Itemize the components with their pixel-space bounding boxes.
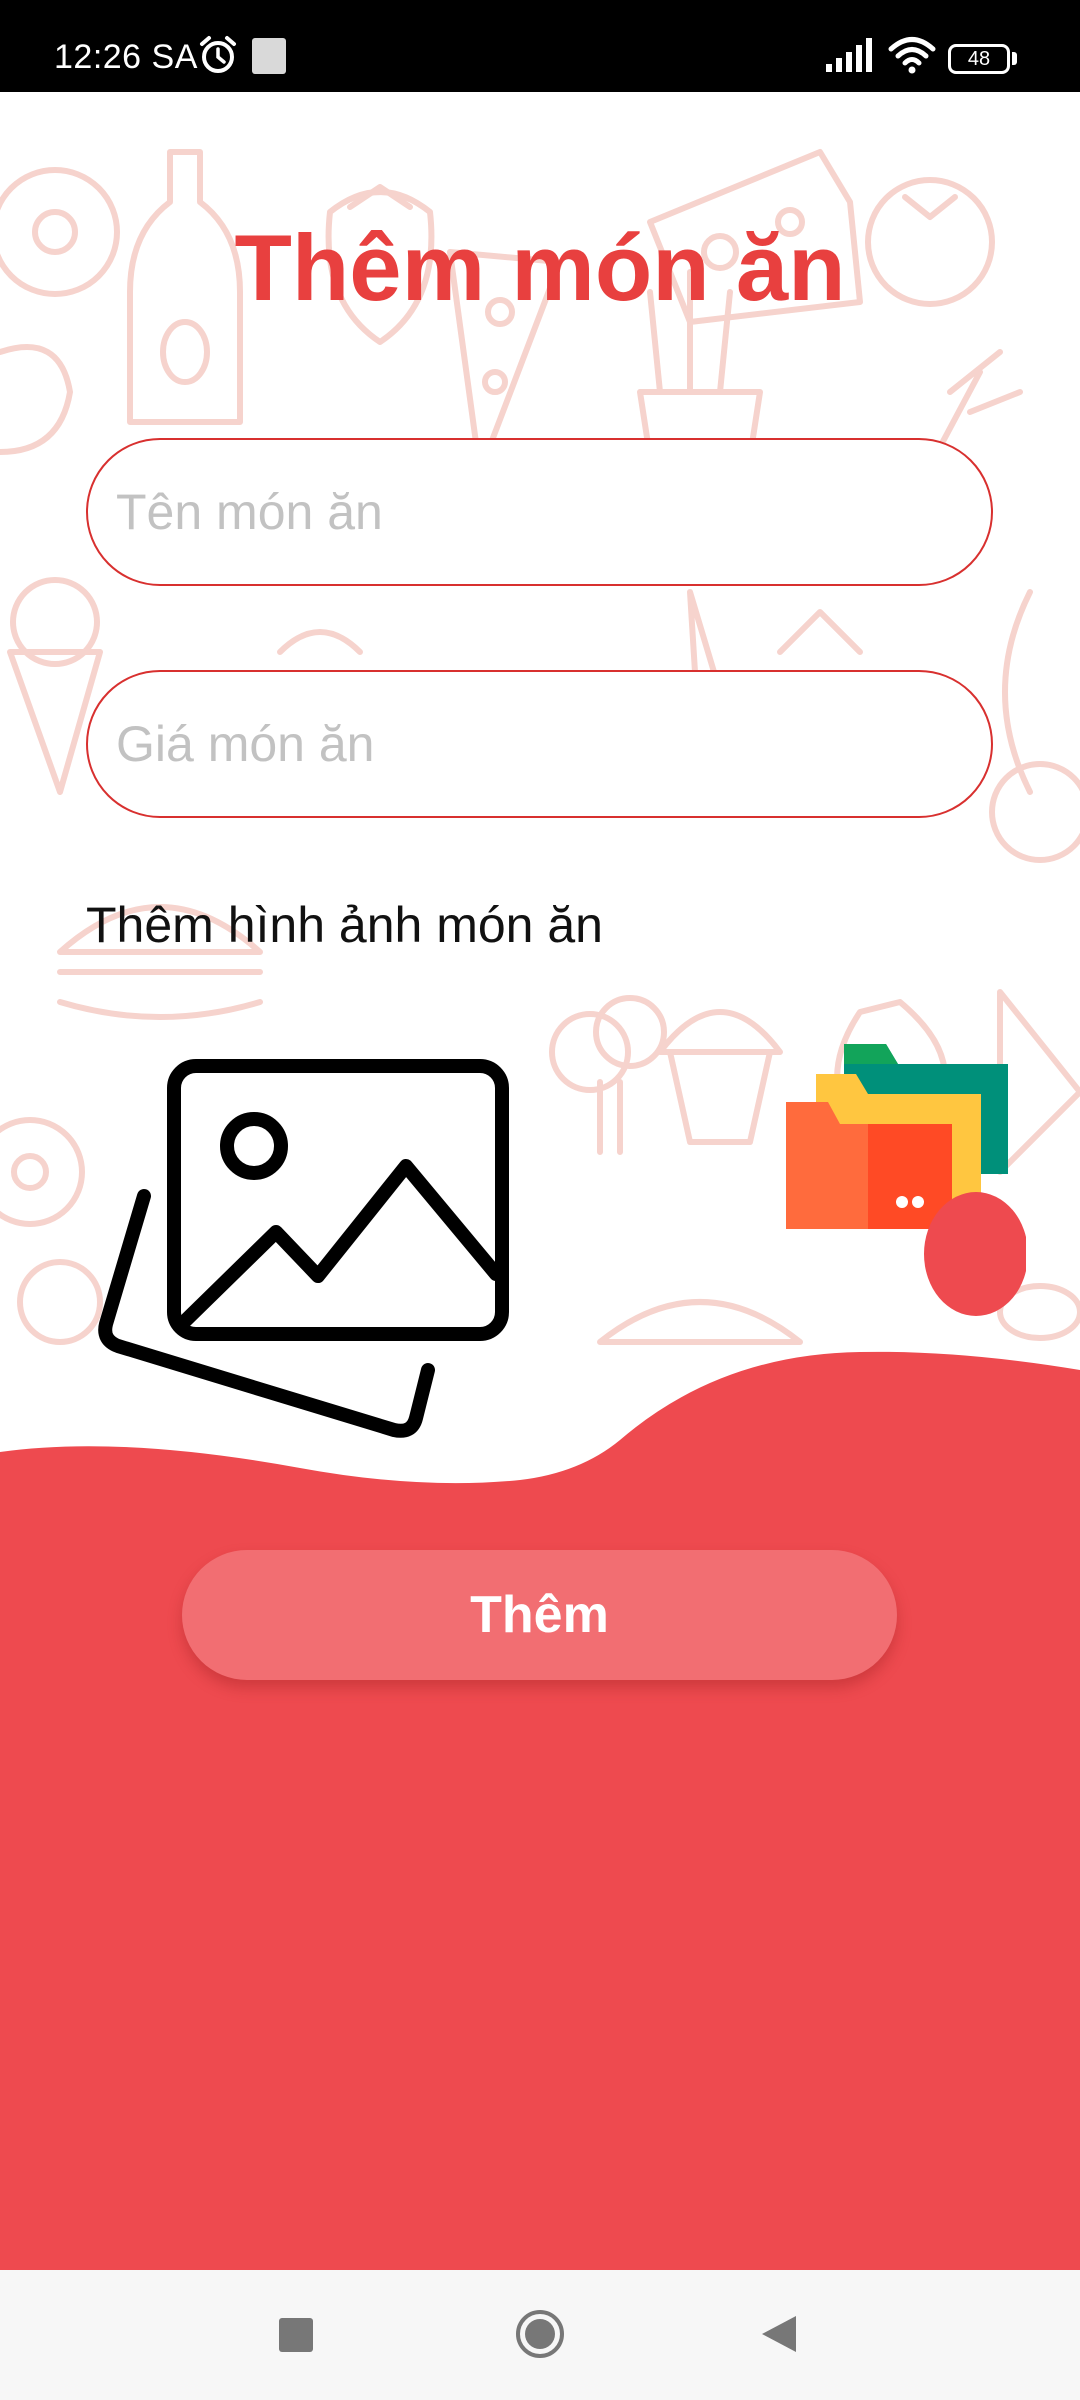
alarm-icon bbox=[198, 34, 238, 81]
dish-name-input[interactable] bbox=[86, 438, 993, 586]
page-title: Thêm món ăn bbox=[234, 215, 846, 320]
status-bar: 12:26 SA 48 bbox=[0, 0, 1080, 92]
folder-icon[interactable] bbox=[786, 1044, 1028, 1329]
home-button[interactable] bbox=[514, 2308, 566, 2365]
recents-button[interactable] bbox=[279, 2318, 313, 2352]
dish-price-input[interactable] bbox=[86, 670, 993, 818]
battery-tip bbox=[1012, 52, 1017, 65]
add-dish-button[interactable]: Thêm bbox=[182, 1550, 897, 1680]
battery-icon: 48 bbox=[948, 44, 1010, 74]
add-image-label: Thêm hình ảnh món ăn bbox=[86, 897, 603, 953]
status-time: 12:26 SA bbox=[54, 38, 198, 76]
wifi-icon bbox=[888, 36, 936, 79]
back-button[interactable] bbox=[760, 2314, 798, 2359]
signal-icon bbox=[826, 38, 876, 77]
notification-thumbnail bbox=[252, 38, 286, 74]
